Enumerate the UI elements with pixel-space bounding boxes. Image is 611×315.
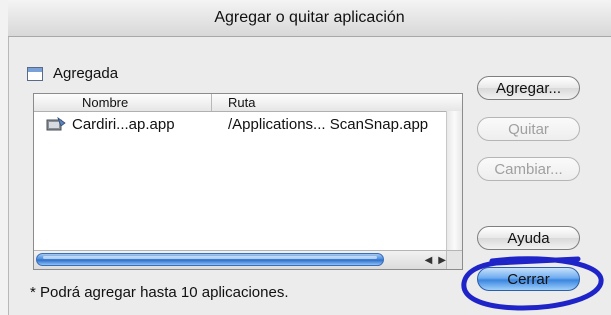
window-left-edge: [0, 0, 9, 315]
cambiar-button[interactable]: Cambiar...: [477, 157, 580, 181]
window-title: Agregar o quitar aplicación: [214, 9, 405, 26]
app-path: /Applications... ScanSnap.app: [228, 116, 429, 133]
window-icon: [27, 66, 43, 81]
scroll-right-arrow-icon[interactable]: ▶: [438, 255, 446, 266]
window-titlebar[interactable]: Agregar o quitar aplicación: [8, 0, 611, 37]
quitar-button[interactable]: Quitar: [477, 117, 580, 141]
column-header-ruta[interactable]: Ruta: [228, 95, 255, 110]
list-item[interactable]: Cardiri...ap.app /Applications... ScanSn…: [34, 114, 446, 136]
section-header: Agregada: [27, 65, 118, 82]
applications-list[interactable]: Nombre Ruta Cardiri...ap.app /Applicatio…: [33, 93, 463, 270]
footnote-text: * Podrá agregar hasta 10 aplicaciones.: [30, 284, 289, 301]
app-name: Cardiri...ap.app: [72, 116, 175, 133]
ayuda-button[interactable]: Ayuda: [477, 226, 580, 250]
scroll-left-arrow-icon[interactable]: ◀: [425, 255, 433, 266]
scroll-corner: [446, 251, 462, 269]
app-icon: [46, 117, 66, 131]
column-header-nombre[interactable]: Nombre: [82, 95, 128, 110]
section-label: Agregada: [53, 65, 119, 82]
horizontal-scrollbar[interactable]: ◀ ▶: [34, 250, 462, 269]
cerrar-button[interactable]: Cerrar: [477, 267, 580, 291]
horizontal-scroll-thumb[interactable]: [36, 253, 384, 266]
list-header: Nombre Ruta: [34, 94, 462, 112]
vertical-scrollbar[interactable]: [446, 111, 462, 251]
agregar-button[interactable]: Agregar...: [477, 76, 580, 100]
scroll-arrows: ◀ ▶: [406, 252, 446, 268]
column-separator: [211, 94, 212, 111]
